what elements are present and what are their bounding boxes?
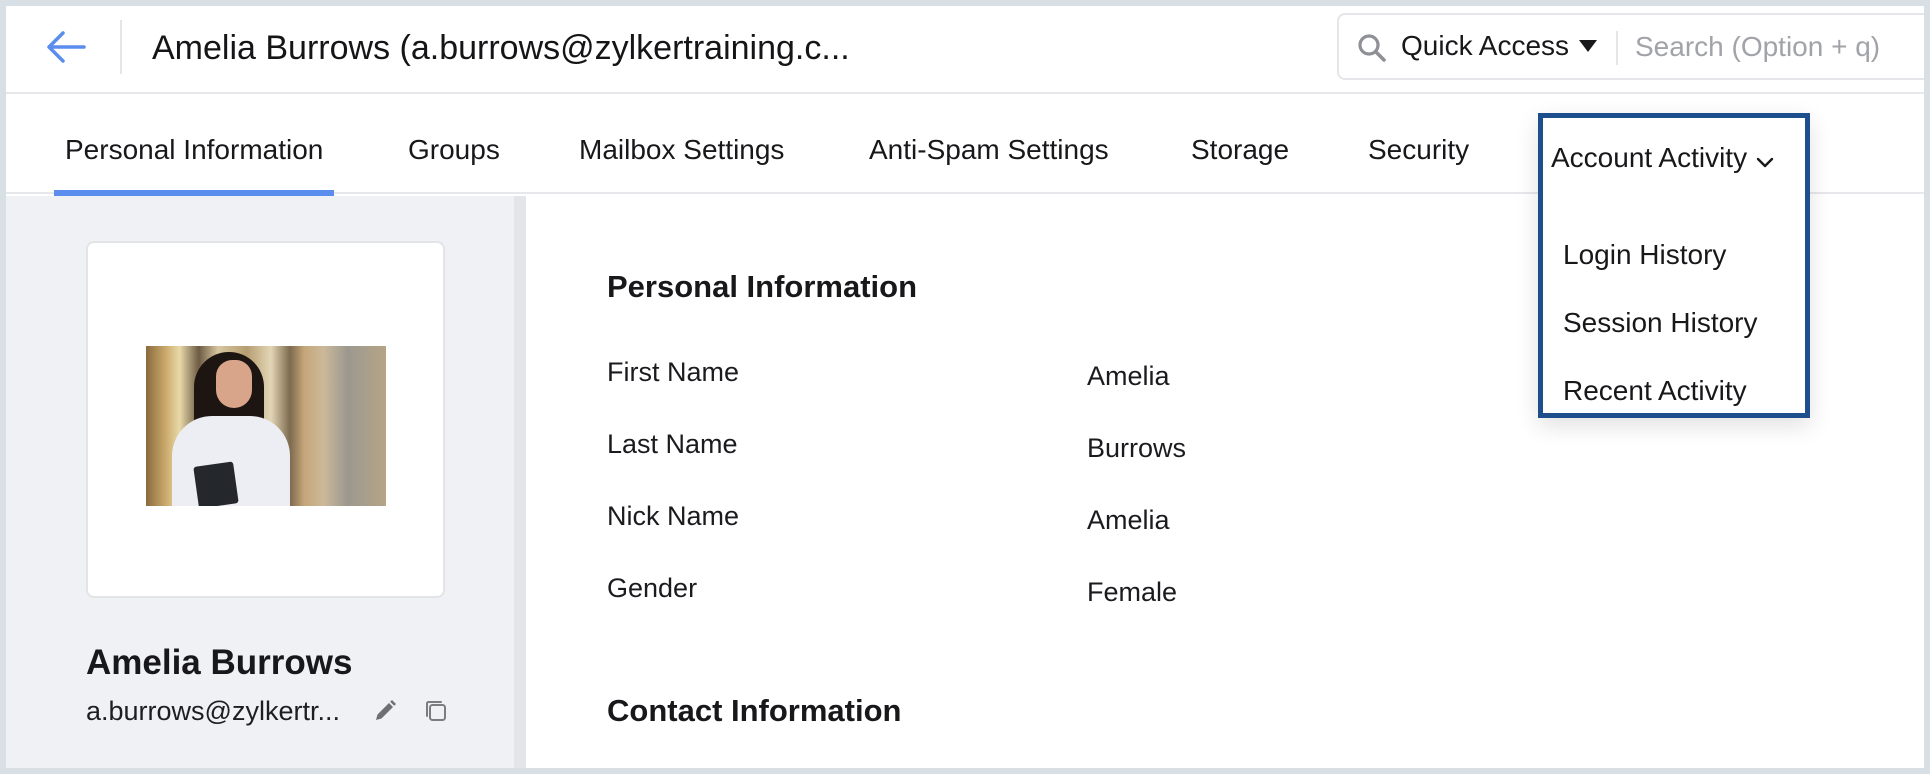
field-value-nick-name: Amelia — [1087, 505, 1170, 535]
panel-divider — [514, 196, 526, 768]
header-divider — [120, 20, 122, 74]
page-title: Amelia Burrows (a.burrows@zylkertraining… — [152, 29, 850, 67]
arrow-left-icon — [47, 31, 86, 63]
tab-mailbox-settings[interactable]: Mailbox Settings — [579, 132, 784, 168]
search-input[interactable] — [1635, 27, 1924, 67]
search-box: Quick Access — [1337, 13, 1924, 80]
section-title-contact-information: Contact Information — [607, 693, 902, 728]
copy-icon[interactable] — [423, 698, 449, 729]
tab-anti-spam-settings[interactable]: Anti-Spam Settings — [869, 132, 1109, 168]
account-activity-dropdown: Account Activity Login History Session H… — [1538, 113, 1810, 418]
field-label-last-name: Last Name — [607, 429, 738, 459]
search-icon — [1357, 33, 1387, 68]
tab-account-activity[interactable]: Account Activity — [1551, 140, 1775, 178]
quick-access-dropdown[interactable]: Quick Access — [1401, 28, 1598, 64]
menu-item-recent-activity[interactable]: Recent Activity — [1563, 373, 1747, 409]
field-label-first-name: First Name — [607, 357, 740, 387]
chevron-down-icon — [1755, 142, 1775, 178]
menu-item-login-history[interactable]: Login History — [1563, 237, 1726, 273]
tab-account-activity-label: Account Activity — [1551, 142, 1748, 173]
tab-storage[interactable]: Storage — [1191, 132, 1289, 168]
profile-photo — [146, 346, 386, 506]
profile-email: a.burrows@zylkertr... — [86, 696, 340, 726]
search-divider — [1616, 31, 1618, 65]
app-window: Amelia Burrows (a.burrows@zylkertraining… — [6, 6, 1924, 768]
tab-groups[interactable]: Groups — [408, 132, 500, 168]
section-title-personal-information: Personal Information — [607, 269, 918, 304]
profile-panel: Amelia Burrows a.burrows@zylkertr... — [6, 196, 514, 768]
menu-item-session-history[interactable]: Session History — [1563, 305, 1758, 341]
tab-security[interactable]: Security — [1368, 132, 1469, 168]
field-label-gender: Gender — [607, 573, 698, 603]
tab-personal-information[interactable]: Personal Information — [53, 132, 335, 196]
field-value-gender: Female — [1087, 577, 1178, 607]
caret-down-icon — [1579, 39, 1598, 52]
field-label-nick-name: Nick Name — [607, 501, 740, 531]
field-value-last-name: Burrows — [1087, 433, 1187, 463]
profile-name: Amelia Burrows — [86, 643, 353, 682]
back-button[interactable] — [44, 28, 88, 66]
profile-photo-card[interactable] — [86, 241, 445, 598]
quick-access-label: Quick Access — [1401, 30, 1570, 61]
field-value-first-name: Amelia — [1087, 361, 1170, 391]
pencil-icon[interactable] — [373, 699, 397, 728]
header: Amelia Burrows (a.burrows@zylkertraining… — [6, 6, 1924, 94]
